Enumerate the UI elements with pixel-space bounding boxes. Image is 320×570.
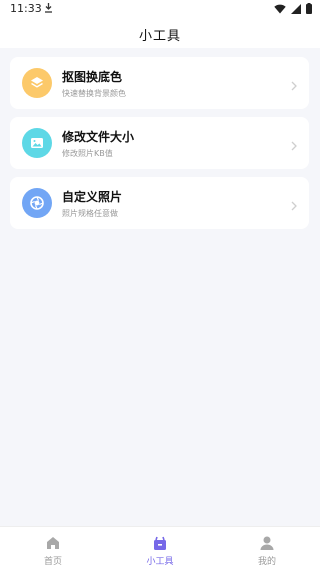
battery-icon — [306, 3, 312, 17]
chevron-right-icon — [291, 196, 297, 215]
header: 小工具 — [0, 18, 320, 48]
tool-card-title: 修改文件大小 — [62, 130, 135, 144]
tab-profile[interactable]: 我的 — [214, 527, 320, 570]
status-icons — [274, 3, 312, 17]
image-icon — [22, 128, 52, 158]
tab-tools[interactable]: 小工具 — [107, 527, 213, 570]
tool-card-subtitle: 快速替换背景颜色 — [62, 89, 126, 98]
download-icon — [44, 2, 53, 16]
tool-card-custom-photo[interactable]: 自定义照片 照片规格任意做 — [10, 177, 309, 229]
tab-label: 小工具 — [146, 557, 174, 567]
toolbox-icon — [152, 535, 168, 551]
status-time: 11:33 — [10, 2, 42, 15]
tool-card-title: 抠图换底色 — [62, 70, 123, 84]
tab-label: 我的 — [257, 557, 276, 567]
bottom-tab-bar: 首页 小工具 我的 — [0, 526, 320, 570]
home-icon — [45, 535, 61, 551]
tool-card-resize-file[interactable]: 修改文件大小 修改照片KB值 — [10, 117, 309, 169]
wifi-icon — [274, 4, 286, 17]
tool-card-subtitle: 修改照片KB值 — [62, 149, 113, 158]
user-icon — [259, 535, 275, 551]
status-bar: 11:33 — [0, 0, 320, 18]
tool-card-subtitle: 照片规格任意做 — [62, 209, 118, 218]
chevron-right-icon — [291, 136, 297, 155]
tool-card-title: 自定义照片 — [62, 190, 123, 204]
tab-home[interactable]: 首页 — [0, 527, 106, 570]
aperture-icon — [22, 188, 52, 218]
tool-card-cutout-background[interactable]: 抠图换底色 快速替换背景颜色 — [10, 57, 309, 109]
layers-icon — [22, 68, 52, 98]
chevron-right-icon — [291, 76, 297, 95]
tab-label: 首页 — [43, 557, 62, 567]
signal-icon — [291, 3, 301, 17]
page-title: 小工具 — [138, 29, 181, 44]
